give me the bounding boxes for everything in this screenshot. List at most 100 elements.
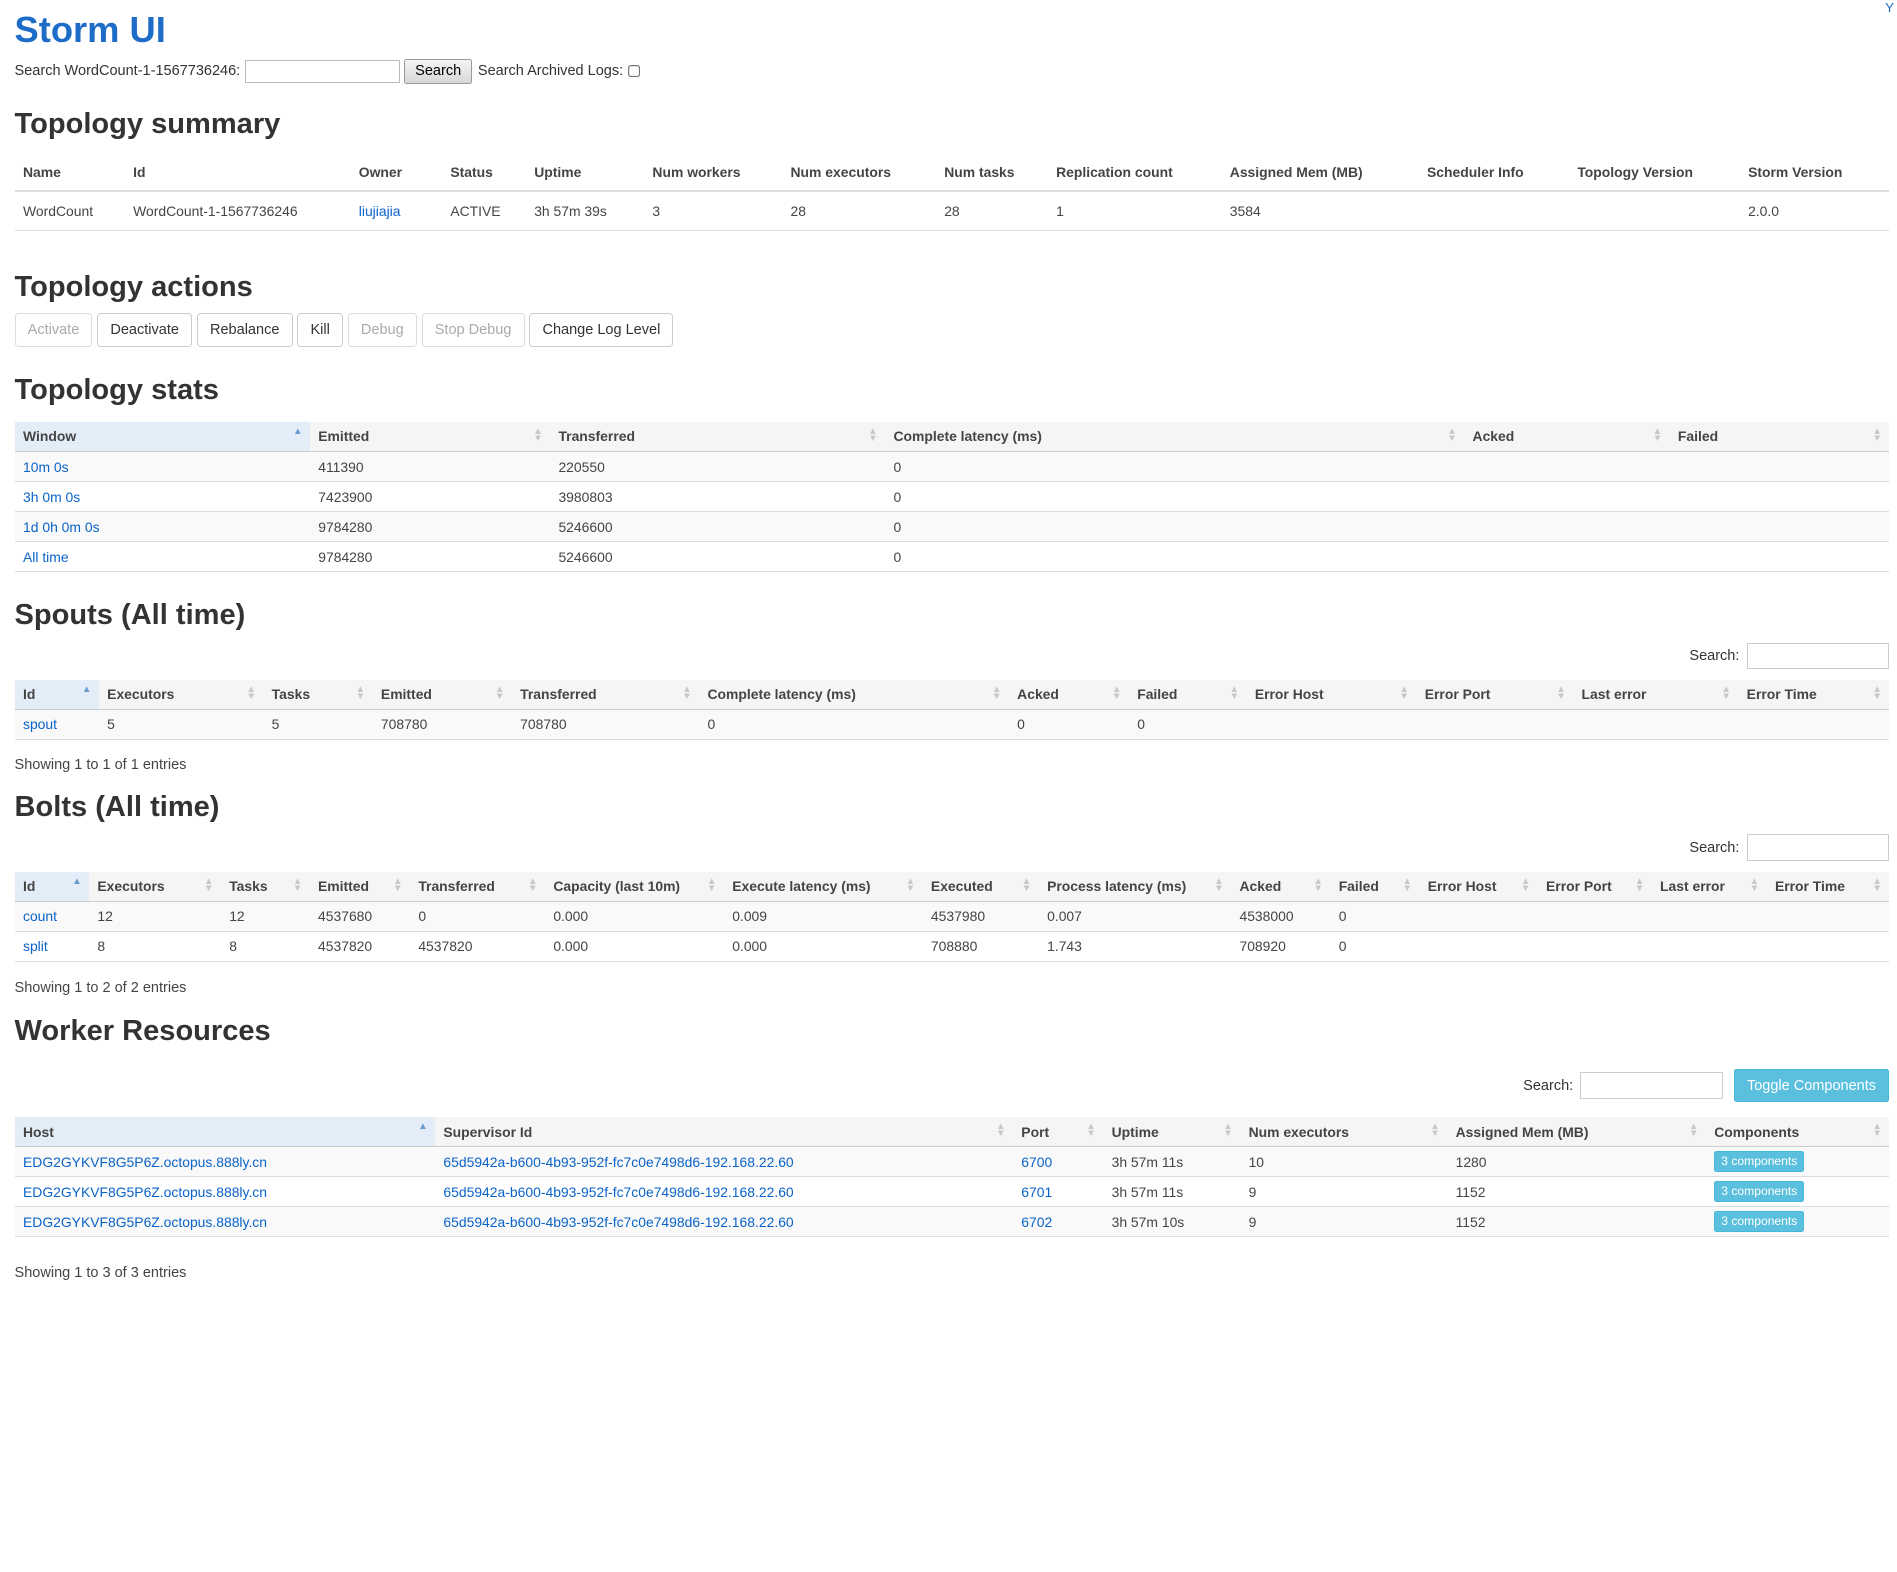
column-header-error-time[interactable]: Error Time ▲ ▼ [1766, 871, 1890, 902]
cell-executors: 5 [98, 709, 264, 740]
debug-button[interactable]: Debug [347, 312, 417, 347]
column-header-complete-latency[interactable]: Complete latency (ms) ▲ ▼ [698, 679, 1009, 710]
change-log-level-button[interactable]: Change Log Level [529, 312, 674, 347]
bolts-search-bar: Search: [15, 834, 1890, 861]
column-header-emitted[interactable]: Emitted ▲ ▼ [309, 421, 550, 453]
spouts-search-input[interactable] [1746, 642, 1890, 669]
column-header-acked[interactable]: Acked ▲ ▼ [1464, 421, 1670, 453]
column-header-label: Num executors [790, 163, 891, 180]
components-badge-button[interactable]: 3 components [1714, 1180, 1805, 1203]
column-header-transferred[interactable]: Transferred ▲ ▼ [549, 421, 885, 453]
port-link[interactable]: 6701 [1021, 1184, 1052, 1200]
supervisor-link[interactable]: 65d5942a-b600-4b93-952f-fc7c0e7498d6-192… [443, 1154, 793, 1170]
search-button[interactable]: Search [404, 59, 472, 84]
port-link[interactable]: 6702 [1021, 1214, 1052, 1230]
window-link[interactable]: 10m 0s [23, 459, 69, 475]
supervisor-link[interactable]: 65d5942a-b600-4b93-952f-fc7c0e7498d6-192… [443, 1214, 793, 1230]
sort-icon: ▲ ▼ [1688, 1121, 1699, 1140]
topology-stats-table: Window ▲ Emitted ▲ ▼ Transferred ▲ ▼ Complete la… [14, 421, 1890, 573]
column-header-failed[interactable]: Failed ▲ ▼ [1330, 871, 1420, 902]
column-header-error-host[interactable]: Error Host ▲ ▼ [1246, 679, 1417, 710]
id-link[interactable]: spout [23, 716, 57, 732]
column-header-assigned-mem[interactable]: Assigned Mem (MB) ▲ ▼ [1447, 1116, 1706, 1148]
workers-search-label: Search: [1523, 1077, 1574, 1094]
cell-emitted: 9784280 [309, 511, 550, 543]
archived-logs-checkbox[interactable] [627, 64, 642, 79]
column-header-complete-latency[interactable]: Complete latency (ms) ▲ ▼ [884, 421, 1465, 453]
search-input[interactable] [245, 59, 400, 84]
column-header-acked[interactable]: Acked ▲ ▼ [1231, 871, 1331, 902]
window-link[interactable]: 3h 0m 0s [23, 489, 80, 505]
column-header-label: Uptime [534, 163, 582, 180]
column-header-last-error[interactable]: Last error ▲ ▼ [1573, 679, 1739, 710]
cell-acked: 0 [1008, 709, 1129, 740]
activate-button[interactable]: Activate [14, 312, 93, 347]
column-header-host[interactable]: Host ▲ [14, 1116, 435, 1148]
host-link[interactable]: EDG2GYKVF8G5P6Z.octopus.888ly.cn [23, 1184, 267, 1200]
column-header-emitted[interactable]: Emitted ▲ ▼ [372, 679, 512, 710]
column-header-error-port[interactable]: Error Port ▲ ▼ [1416, 679, 1574, 710]
toggle-components-button[interactable]: Toggle Components [1733, 1068, 1890, 1103]
cell-host: EDG2GYKVF8G5P6Z.octopus.888ly.cn [14, 1206, 435, 1238]
cell-transferred: 220550 [549, 451, 885, 483]
column-header-error-host[interactable]: Error Host ▲ ▼ [1419, 871, 1538, 902]
column-header-window[interactable]: Window ▲ [14, 421, 310, 453]
column-header-process-latency[interactable]: Process latency (ms) ▲ ▼ [1038, 871, 1231, 902]
column-header-executors[interactable]: Executors ▲ ▼ [98, 679, 264, 710]
deactivate-button[interactable]: Deactivate [97, 312, 193, 347]
sort-icon: ▲ ▼ [355, 683, 366, 702]
components-badge-button[interactable]: 3 components [1714, 1211, 1805, 1233]
host-link[interactable]: EDG2GYKVF8G5P6Z.octopus.888ly.cn [23, 1214, 267, 1230]
supervisor-link[interactable]: 65d5942a-b600-4b93-952f-fc7c0e7498d6-192… [443, 1184, 793, 1200]
column-header-capacity[interactable]: Capacity (last 10m) ▲ ▼ [544, 871, 724, 902]
column-header-port[interactable]: Port ▲ ▼ [1012, 1116, 1104, 1148]
num-executors-value: 28 [782, 191, 936, 231]
window-link[interactable]: All time [23, 549, 69, 565]
port-link[interactable]: 6700 [1021, 1154, 1052, 1170]
column-header-error-time[interactable]: Error Time ▲ ▼ [1738, 679, 1890, 710]
column-header-num-executors[interactable]: Num executors ▲ ▼ [1240, 1116, 1448, 1148]
kill-button[interactable]: Kill [297, 312, 343, 347]
column-header-transferred[interactable]: Transferred ▲ ▼ [409, 871, 545, 902]
window-link[interactable]: 1d 0h 0m 0s [23, 519, 100, 535]
cell-emitted: 7423900 [309, 481, 550, 513]
column-header-supervisor-id[interactable]: Supervisor Id ▲ ▼ [434, 1116, 1013, 1148]
id-link[interactable]: count [23, 908, 57, 924]
owner-link[interactable]: liujiajia [359, 203, 401, 219]
column-header-tasks[interactable]: Tasks ▲ ▼ [220, 871, 310, 902]
components-badge-button[interactable]: 3 components [1714, 1150, 1805, 1173]
column-header-tasks[interactable]: Tasks ▲ ▼ [263, 679, 373, 710]
column-header-executed[interactable]: Executed ▲ ▼ [922, 871, 1039, 902]
cell-emitted: 9784280 [309, 541, 550, 573]
column-header-last-error[interactable]: Last error ▲ ▼ [1651, 871, 1767, 902]
topology-version-value [1568, 191, 1740, 231]
column-header-num-tasks: Num tasks [935, 153, 1048, 193]
sort-icon: ▲ ▼ [1872, 1121, 1882, 1140]
column-header-failed[interactable]: Failed ▲ ▼ [1128, 679, 1247, 710]
rebalance-button[interactable]: Rebalance [196, 312, 293, 347]
column-header-execute-latency[interactable]: Execute latency (ms) ▲ ▼ [723, 871, 923, 902]
cell-acked [1464, 481, 1670, 513]
column-header-components[interactable]: Components ▲ ▼ [1705, 1116, 1890, 1148]
column-header-uptime[interactable]: Uptime ▲ ▼ [1103, 1116, 1241, 1148]
column-header-label: Emitted [318, 428, 370, 445]
column-header-id[interactable]: Id ▲ [14, 871, 89, 902]
app-title[interactable]: Storm UI [15, 0, 1897, 52]
filter-icon[interactable]: Y [1885, 0, 1894, 15]
bolts-search-input[interactable] [1746, 834, 1890, 861]
column-header-emitted[interactable]: Emitted ▲ ▼ [309, 871, 410, 902]
cell-acked: 4538000 [1231, 901, 1331, 932]
host-link[interactable]: EDG2GYKVF8G5P6Z.octopus.888ly.cn [23, 1154, 267, 1170]
column-header-executors[interactable]: Executors ▲ ▼ [88, 871, 221, 902]
topology-actions-heading: Topology actions [14, 270, 253, 303]
workers-search-input[interactable] [1580, 1072, 1723, 1099]
column-header-error-port[interactable]: Error Port ▲ ▼ [1537, 871, 1652, 902]
column-header-transferred[interactable]: Transferred ▲ ▼ [511, 679, 699, 710]
column-header-failed[interactable]: Failed ▲ ▼ [1669, 421, 1890, 453]
num-tasks-value: 28 [935, 191, 1048, 231]
column-header-id[interactable]: Id ▲ [14, 679, 99, 710]
stop-debug-button[interactable]: Stop Debug [421, 312, 525, 347]
id-link[interactable]: split [23, 938, 48, 954]
column-header-acked[interactable]: Acked ▲ ▼ [1008, 679, 1129, 710]
sort-icon: ▲ ▼ [1021, 875, 1032, 894]
